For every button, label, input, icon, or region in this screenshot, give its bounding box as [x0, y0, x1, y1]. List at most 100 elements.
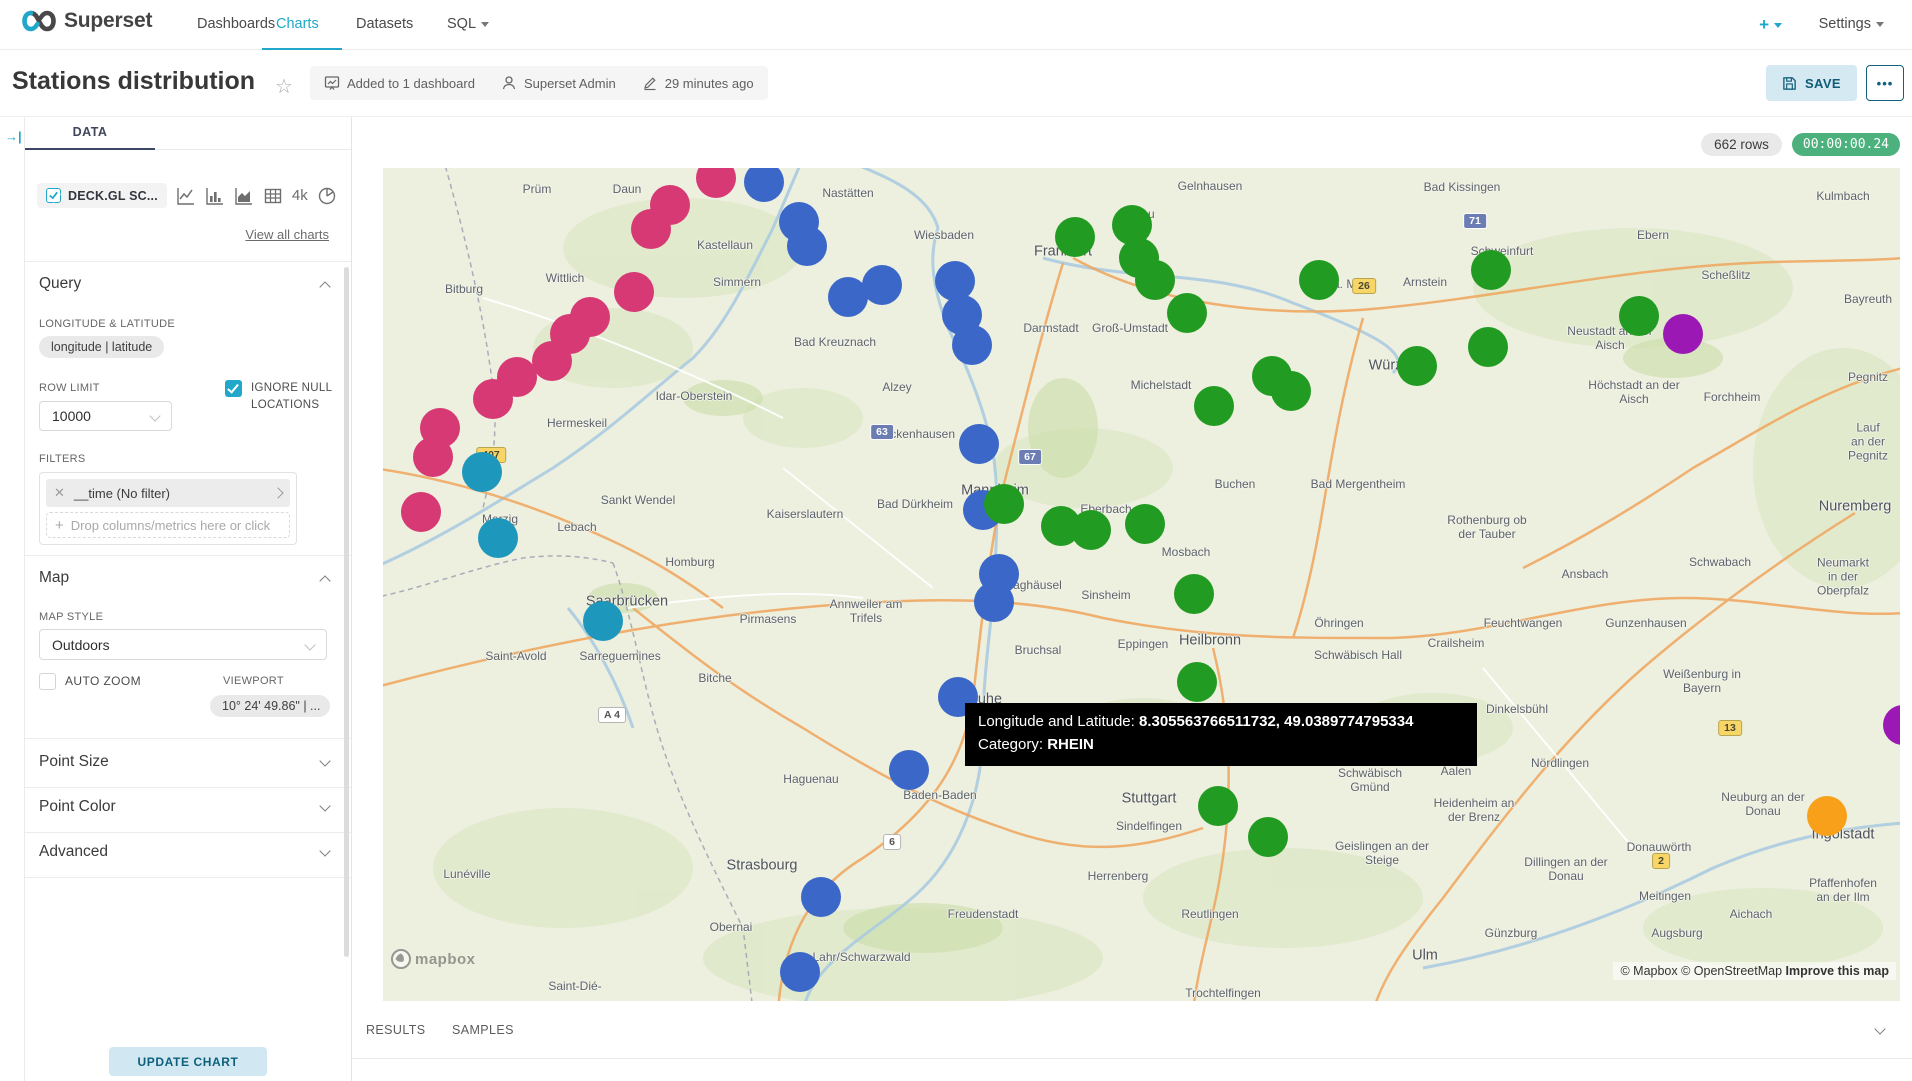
map-data-point[interactable] [401, 492, 441, 532]
map-section-title[interactable]: Map [39, 569, 69, 587]
ignore-null-control[interactable]: IGNORE NULL LOCATIONS [225, 380, 343, 413]
pie-chart-icon[interactable] [317, 186, 337, 206]
map-data-point[interactable] [787, 226, 827, 266]
map-data-point[interactable] [1663, 314, 1703, 354]
map-style-select[interactable]: Outdoors [39, 629, 327, 660]
map-data-point[interactable] [984, 484, 1024, 524]
collapse-map-icon[interactable] [319, 575, 330, 586]
map-data-point[interactable] [959, 424, 999, 464]
viewport-value-pill[interactable]: 10° 24' 49.86" | ... [210, 695, 330, 717]
checked-checkbox-icon[interactable] [225, 380, 242, 397]
map-data-point[interactable] [462, 452, 502, 492]
infinity-logo-icon [22, 10, 56, 32]
auto-zoom-control[interactable]: AUTO ZOOM [39, 673, 141, 690]
expand-point-color-icon[interactable] [319, 800, 330, 811]
road-shield-label: 26 [1352, 278, 1376, 294]
map-data-point[interactable] [473, 379, 513, 419]
map-data-point[interactable] [780, 952, 820, 992]
map-data-point[interactable] [1194, 386, 1234, 426]
map-data-point[interactable] [1055, 217, 1095, 257]
map-data-point[interactable] [1807, 796, 1847, 836]
map-data-point[interactable] [862, 265, 902, 305]
map-data-point[interactable] [532, 341, 572, 381]
line-chart-icon[interactable] [176, 186, 196, 206]
owner-badge[interactable]: Superset Admin [501, 75, 616, 91]
view-all-charts-link[interactable]: View all charts [245, 227, 329, 242]
map-data-point[interactable] [614, 272, 654, 312]
last-modified-badge[interactable]: 29 minutes ago [642, 75, 754, 91]
favorite-star-icon[interactable]: ☆ [275, 74, 293, 99]
divider [25, 261, 351, 262]
collapse-panel-icon[interactable]: →| [5, 129, 22, 144]
map-data-point[interactable] [1174, 574, 1214, 614]
map-data-point[interactable] [974, 582, 1014, 622]
tab-results[interactable]: RESULTS [366, 1023, 426, 1037]
nav-sql[interactable]: SQL [447, 16, 489, 32]
map-data-point[interactable] [1271, 371, 1311, 411]
nav-datasets[interactable]: Datasets [356, 16, 413, 32]
map-data-point[interactable] [1397, 346, 1437, 386]
section-point-size[interactable]: Point Size [39, 753, 109, 771]
lonlat-value-pill[interactable]: longitude | latitude [39, 336, 164, 358]
more-options-button[interactable]: ••• [1866, 65, 1904, 101]
mapbox-logo[interactable]: mapbox [391, 949, 476, 969]
map-data-point[interactable] [1071, 510, 1111, 550]
data-control-panel: DATA DECK.GL SC... 4k View all charts Qu… [25, 117, 352, 1081]
update-chart-button[interactable]: UPDATE CHART [109, 1047, 267, 1076]
map-attribution[interactable]: © Mapbox © OpenStreetMap Improve this ma… [1613, 962, 1896, 980]
viz-type-selected[interactable]: DECK.GL SC... [37, 183, 167, 208]
road-shield-label: 63 [870, 424, 894, 440]
superset-logo[interactable]: Superset [22, 9, 152, 33]
viz-checkbox-icon [46, 188, 61, 203]
drop-columns-zone[interactable]: + Drop columns/metrics here or click [46, 512, 290, 538]
filter-item[interactable]: ✕ __time (No filter) [46, 479, 290, 507]
bar-chart-icon[interactable] [205, 186, 225, 206]
map-data-point[interactable] [1468, 327, 1508, 367]
filters-label: FILTERS [39, 453, 86, 465]
collapse-results-icon[interactable] [1874, 1023, 1885, 1034]
road-shield-label: 13 [1718, 720, 1742, 736]
nav-dashboards[interactable]: Dashboards [197, 16, 275, 32]
map-data-point[interactable] [583, 601, 623, 641]
map-data-point[interactable] [1198, 786, 1238, 826]
query-section-title[interactable]: Query [39, 275, 81, 293]
expand-point-size-icon[interactable] [319, 755, 330, 766]
map-data-point[interactable] [1248, 817, 1288, 857]
map-data-point[interactable] [952, 325, 992, 365]
panel-scrollbar[interactable] [344, 267, 349, 957]
map-data-point[interactable] [413, 437, 453, 477]
divider [25, 832, 351, 833]
area-chart-icon[interactable] [234, 186, 254, 206]
remove-filter-icon[interactable]: ✕ [54, 485, 65, 501]
nav-charts[interactable]: Charts [276, 16, 319, 32]
map-data-point[interactable] [1299, 260, 1339, 300]
map-data-point[interactable] [1619, 296, 1659, 336]
dashboard-count-badge[interactable]: Added to 1 dashboard [324, 75, 475, 91]
section-point-color[interactable]: Point Color [39, 798, 116, 816]
map-data-point[interactable] [1135, 260, 1175, 300]
caret-down-icon [1774, 23, 1782, 28]
viz-4k-option[interactable]: 4k [292, 187, 308, 204]
map-data-point[interactable] [801, 877, 841, 917]
section-advanced[interactable]: Advanced [39, 843, 108, 861]
save-button[interactable]: SAVE [1766, 65, 1857, 101]
tab-data[interactable]: DATA [25, 117, 155, 150]
divider [25, 738, 351, 739]
new-item-button[interactable]: + [1759, 15, 1782, 35]
deckgl-map[interactable]: PrümDaunNastättenGelnhausenBad Kissingen… [383, 168, 1900, 1001]
map-data-point[interactable] [631, 209, 671, 249]
collapse-query-icon[interactable] [319, 281, 330, 292]
auto-zoom-label: AUTO ZOOM [65, 673, 141, 690]
tab-samples[interactable]: SAMPLES [452, 1023, 514, 1037]
table-icon[interactable] [263, 186, 283, 206]
unchecked-checkbox-icon[interactable] [39, 673, 56, 690]
settings-menu[interactable]: Settings [1819, 16, 1884, 32]
row-limit-select[interactable]: 10000 [39, 401, 172, 431]
expand-advanced-icon[interactable] [319, 845, 330, 856]
map-data-point[interactable] [889, 750, 929, 790]
map-data-point[interactable] [1167, 293, 1207, 333]
map-data-point[interactable] [1471, 250, 1511, 290]
map-data-point[interactable] [1177, 662, 1217, 702]
map-data-point[interactable] [478, 518, 518, 558]
map-data-point[interactable] [1125, 504, 1165, 544]
